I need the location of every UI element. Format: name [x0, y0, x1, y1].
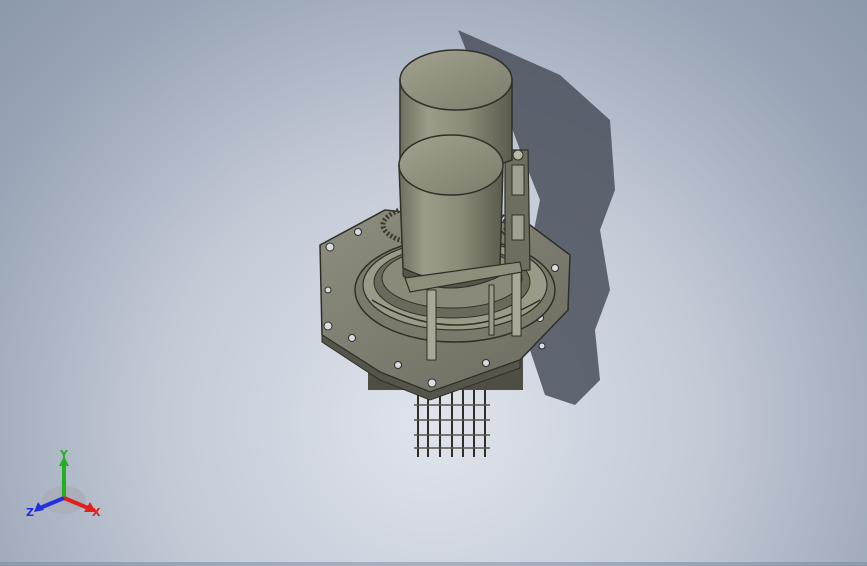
orientation-triad[interactable]: Y X Z — [26, 448, 106, 522]
side-bracket — [504, 149, 531, 273]
triad-graphic: Y X Z — [26, 448, 101, 519]
front-motor[interactable] — [398, 134, 504, 289]
y-axis-label: Y — [59, 450, 69, 461]
x-axis-label: X — [92, 506, 101, 519]
model-canvas[interactable] — [0, 0, 867, 562]
graphics-viewport[interactable]: Y X Z — [0, 0, 867, 562]
z-axis-label: Z — [26, 506, 34, 519]
